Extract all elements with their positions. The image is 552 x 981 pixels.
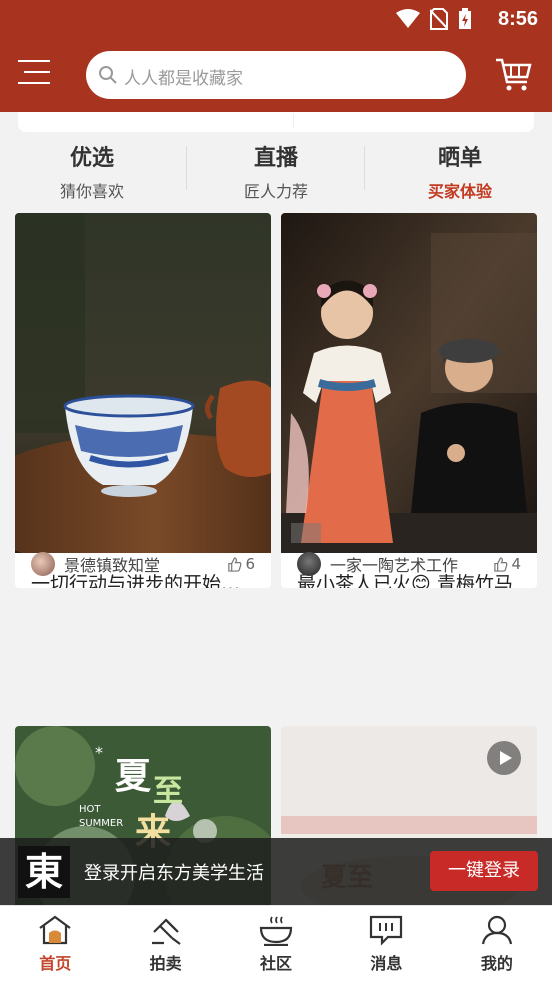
status-time: 8:56 <box>497 8 538 30</box>
tab-title: 优选 <box>69 146 114 171</box>
top-panel-remnant <box>18 112 534 132</box>
tab-title: 直播 <box>253 146 298 171</box>
status-bar: 8:56 <box>0 0 552 40</box>
post-author[interactable]: 一家一陶艺术工作 4 <box>297 552 521 576</box>
nav-community[interactable]: 社区 <box>221 906 331 981</box>
nav-home[interactable]: 首页 <box>0 906 110 981</box>
feed-tabs: 优选 猜你喜欢 直播 匠人力荐 晒单 买家体验 <box>0 138 552 210</box>
thumb-up-icon <box>228 556 242 572</box>
play-icon[interactable] <box>487 741 521 775</box>
author-name: 一家一陶艺术工作 <box>330 556 459 575</box>
like-number: 6 <box>245 555 255 573</box>
nav-messages[interactable]: 消息 <box>331 906 441 981</box>
no-sim-icon <box>430 8 448 30</box>
tab-shaidan[interactable]: 晒单 买家体验 <box>368 138 552 210</box>
nav-label: 消息 <box>370 954 403 973</box>
one-click-login-button[interactable]: 一键登录 <box>430 851 538 891</box>
tea-cup-icon <box>259 916 293 946</box>
thumb-up-icon <box>494 556 508 572</box>
tab-subtitle: 匠人力荐 <box>243 182 308 201</box>
home-icon <box>39 915 71 945</box>
tab-divider <box>364 146 365 190</box>
post-author[interactable]: 景德镇致知堂 6 <box>31 552 255 576</box>
login-prompt: 登录开启东方美学生活 <box>84 863 264 884</box>
overlay-char-2: 至 <box>153 774 183 809</box>
tab-youxuan[interactable]: 优选 猜你喜欢 <box>0 138 184 210</box>
tab-subtitle: 猜你喜欢 <box>59 182 124 201</box>
search-bar[interactable]: 人人都是收藏家 <box>86 51 466 99</box>
avatar <box>31 552 55 576</box>
message-icon <box>370 915 403 946</box>
author-name: 景德镇致知堂 <box>64 556 161 575</box>
bottom-nav: 首页 拍卖 社区 消息 我的 <box>0 905 552 981</box>
tab-zhibo[interactable]: 直播 匠人力荐 <box>184 138 368 210</box>
like-count[interactable]: 4 <box>493 555 521 573</box>
nav-profile[interactable]: 我的 <box>442 906 552 981</box>
overlay-en-2: SUMMER <box>79 818 123 829</box>
overlay-char-1: 夏 <box>115 755 152 797</box>
svg-text:*: * <box>95 743 103 762</box>
nav-auction[interactable]: 拍卖 <box>110 906 220 981</box>
post-card[interactable]: 一切行动与进步的开始… 陶瓷 茶道 景德镇致知堂 6 <box>15 213 271 588</box>
nav-label: 首页 <box>39 954 72 973</box>
status-icons <box>396 8 472 30</box>
gavel-icon <box>151 918 181 945</box>
tab-title: 晒单 <box>437 146 482 171</box>
wifi-icon <box>396 9 420 28</box>
post-image <box>15 213 271 553</box>
nav-label: 我的 <box>480 954 513 973</box>
nav-label: 拍卖 <box>149 954 182 973</box>
post-image <box>281 213 537 553</box>
overlay-en-1: HOT <box>79 804 101 815</box>
avatar <box>297 552 321 576</box>
like-number: 4 <box>511 555 521 573</box>
feed-area: 优选 猜你喜欢 直播 匠人力荐 晒单 买家体验 一切行动与进步的开始… 景德镇致… <box>0 112 552 905</box>
nav-label: 社区 <box>260 954 293 973</box>
app-header: 人人都是收藏家 <box>0 40 552 112</box>
search-placeholder: 人人都是收藏家 <box>124 69 243 89</box>
post-card[interactable]: 最小茶人已火😊 青梅竹马的CP感好… 陶瓷 茶道 一家一陶艺术工作 4 <box>281 213 537 588</box>
like-count[interactable]: 6 <box>227 555 255 573</box>
app-logo: 東 <box>18 846 70 898</box>
search-icon <box>99 66 117 84</box>
login-banner: 東 登录开启东方美学生活 一键登录 <box>0 838 552 905</box>
battery-icon <box>459 8 471 29</box>
cart-icon[interactable] <box>494 54 534 94</box>
tab-divider <box>186 146 187 190</box>
user-icon <box>481 915 512 945</box>
tab-subtitle: 买家体验 <box>427 182 492 201</box>
menu-icon[interactable] <box>18 60 54 90</box>
